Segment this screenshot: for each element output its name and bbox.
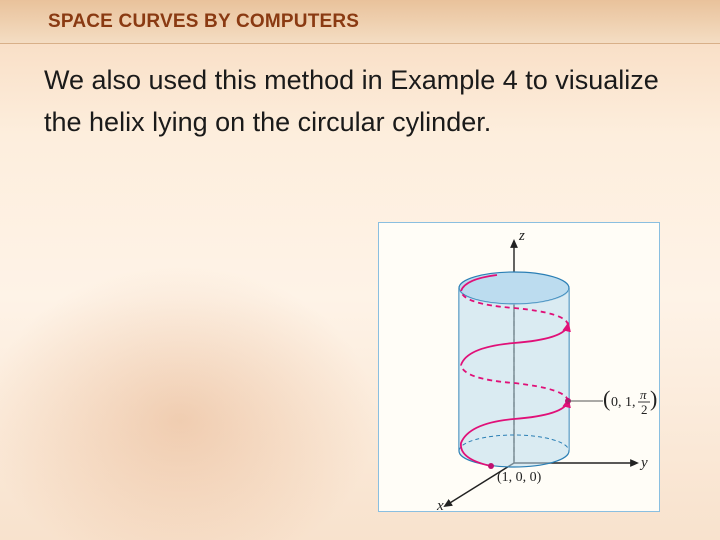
label-1-0-0: (1, 0, 0) [497, 470, 542, 485]
cylinder [459, 272, 569, 467]
body-paragraph: We also used this method in Example 4 to… [44, 60, 676, 144]
svg-text:0, 1,: 0, 1, [611, 395, 636, 410]
svg-text:(: ( [603, 386, 610, 411]
title-bar: SPACE CURVES BY COMPUTERS [0, 0, 720, 44]
helix-diagram-svg: z y x (1, 0, 0) ( 0, 1, π 2 ) [379, 223, 661, 513]
slide-body: We also used this method in Example 4 to… [0, 44, 720, 144]
slide-title: SPACE CURVES BY COMPUTERS [48, 11, 359, 33]
label-0-1-pi-2: ( 0, 1, π 2 ) [603, 386, 657, 417]
x-label: x [436, 498, 444, 513]
svg-text:): ) [650, 386, 657, 411]
z-label: z [518, 228, 525, 244]
point-1-0-0 [488, 463, 494, 469]
helix-cylinder-figure: z y x (1, 0, 0) ( 0, 1, π 2 ) [378, 222, 660, 512]
y-label: y [639, 455, 648, 471]
svg-text:2: 2 [641, 402, 648, 417]
svg-text:π: π [640, 387, 647, 402]
